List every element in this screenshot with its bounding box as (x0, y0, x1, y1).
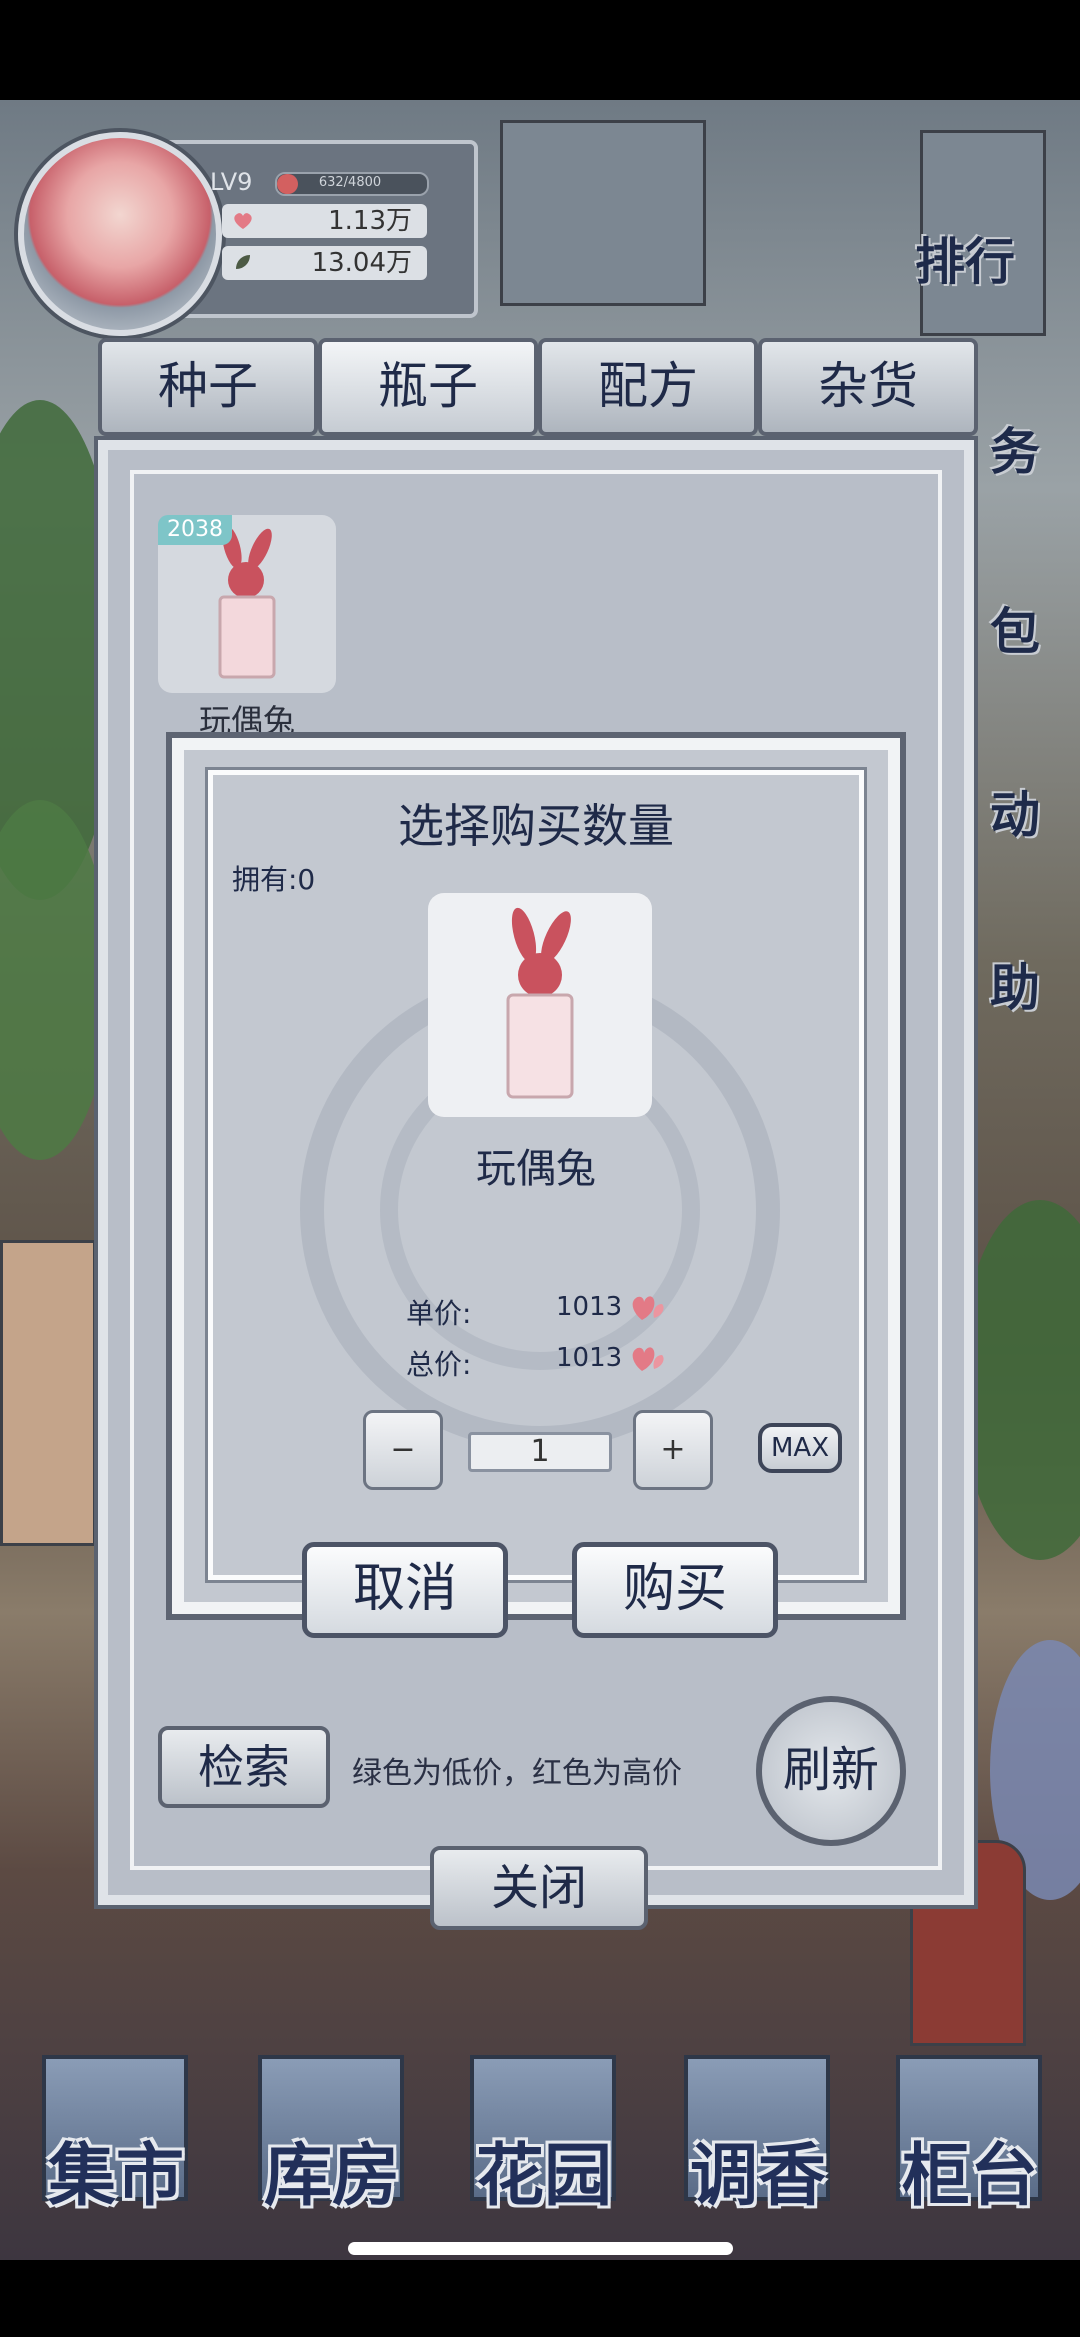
petal-icon (234, 213, 252, 229)
leaf-icon (236, 255, 250, 269)
owned-count: 拥有:0 (232, 863, 316, 896)
task-button[interactable]: 务 (990, 412, 1040, 484)
tab-groceries[interactable]: 杂货 (758, 338, 978, 436)
increment-button[interactable]: + (633, 1410, 713, 1490)
xp-text: 632/4800 (318, 175, 382, 190)
petal-icon (632, 1296, 664, 1320)
petal-icon (632, 1347, 664, 1371)
dialog-title: 选择购买数量 (398, 799, 674, 853)
quantity-field[interactable]: 1 (468, 1432, 612, 1472)
unit-price-value: 1013 (556, 1292, 623, 1322)
tab-seeds[interactable]: 种子 (98, 338, 318, 436)
price-color-hint: 绿色为低价，红色为高价 (352, 1756, 682, 1791)
nav-perfume[interactable]: 调香 (658, 2120, 858, 2219)
nav-warehouse[interactable]: 库房 (232, 2120, 432, 2219)
player-level: LV9 (210, 168, 253, 196)
dialog-item-image (428, 893, 652, 1117)
tab-recipes[interactable]: 配方 (538, 338, 758, 436)
system-bottom-bar (0, 2260, 1080, 2337)
buy-button[interactable]: 购买 (572, 1542, 778, 1638)
leaf-currency: 13.04万 (222, 246, 427, 280)
bag-button[interactable]: 包 (990, 592, 1040, 664)
help-button[interactable]: 助 (990, 948, 1040, 1020)
shop-item-name: 玩偶兔 (198, 702, 295, 740)
tab-bottles[interactable]: 瓶子 (318, 338, 538, 436)
event-button[interactable]: 动 (990, 775, 1040, 847)
search-button[interactable]: 检索 (158, 1726, 330, 1808)
decrement-button[interactable]: − (363, 1410, 443, 1490)
nav-market[interactable]: 集市 (16, 2120, 216, 2219)
max-button[interactable]: MAX (758, 1423, 842, 1473)
petal-currency: 1.13万 (222, 204, 427, 238)
home-indicator[interactable] (348, 2242, 733, 2255)
rank-button[interactable]: 排行 (915, 222, 1015, 294)
close-button[interactable]: 关闭 (430, 1846, 648, 1930)
total-price-value: 1013 (556, 1343, 623, 1373)
nav-garden[interactable]: 花园 (444, 2120, 644, 2219)
total-price-label: 总价: (406, 1348, 472, 1381)
nav-counter[interactable]: 柜台 (870, 2120, 1070, 2219)
unit-price-label: 单价: (406, 1297, 472, 1330)
bunny-bottle-icon (506, 907, 574, 1099)
player-avatar[interactable] (18, 132, 222, 336)
dialog-item-name: 玩偶兔 (476, 1146, 596, 1192)
leaf-amount: 13.04万 (311, 248, 412, 278)
bunny-bottle-icon (218, 525, 276, 679)
shop-item-price-badge: 2038 (158, 515, 232, 545)
petal-amount: 1.13万 (328, 206, 412, 236)
cancel-button[interactable]: 取消 (302, 1542, 508, 1638)
refresh-button[interactable]: 刷新 (756, 1696, 906, 1846)
